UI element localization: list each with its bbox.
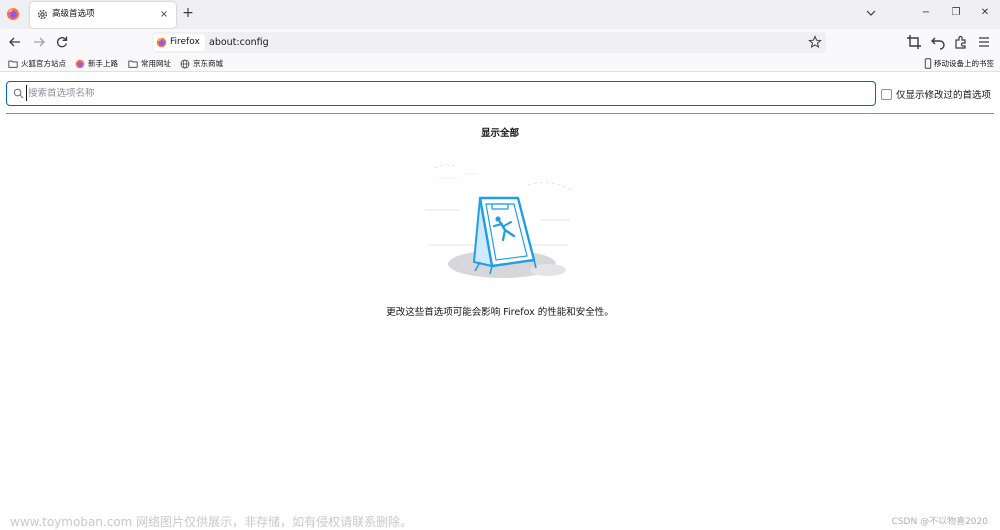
tab-advanced-preferences[interactable]: 高级首选项 ×: [30, 2, 176, 28]
bookmark-label: 火狐官方站点: [21, 59, 66, 68]
bookmark-item[interactable]: 京东商城: [180, 57, 223, 70]
folder-icon: [8, 60, 18, 68]
bookmark-label: 常用网址: [141, 59, 171, 68]
folder-icon: [128, 60, 138, 68]
maximize-button[interactable]: ❐: [946, 4, 966, 22]
divider: [6, 113, 994, 114]
bookmarks-toolbar: 火狐官方站点 新手上路 常用网址 京东商城 移动设备上的书签: [0, 55, 1000, 72]
firefox-icon: [156, 37, 167, 48]
new-tab-button[interactable]: +: [180, 5, 196, 21]
reload-icon[interactable]: [53, 33, 71, 51]
crop-icon[interactable]: [905, 33, 923, 51]
bookmark-label: 京东商城: [193, 59, 223, 68]
tab-title: 高级首选项: [52, 9, 95, 19]
url-text[interactable]: about:config: [209, 32, 269, 53]
back-icon[interactable]: [6, 33, 24, 51]
bookmark-item[interactable]: 常用网址: [128, 57, 171, 70]
globe-icon: [180, 59, 190, 68]
menu-icon[interactable]: [975, 33, 993, 51]
credit-text: CSDN @不以物喜2020: [891, 517, 988, 527]
mobile-device-icon: [924, 58, 932, 69]
undo-icon[interactable]: [929, 33, 947, 51]
chevron-down-icon[interactable]: [864, 6, 878, 20]
close-window-button[interactable]: ✕: [975, 4, 995, 22]
watermark: www.toymoban.com 网络图片仅供展示，非存储，如有侵权请联系删除。: [10, 515, 413, 529]
search-box[interactable]: [6, 81, 876, 106]
identity-box[interactable]: Firefox: [153, 34, 205, 51]
mobile-bookmarks-label: 移动设备上的书签: [934, 59, 994, 68]
minimize-button[interactable]: −: [916, 4, 936, 22]
url-bar[interactable]: Firefox about:config: [152, 32, 826, 53]
search-input[interactable]: [26, 85, 866, 101]
show-modified-checkbox[interactable]: [881, 88, 892, 100]
tab-strip: 高级首选项 × + − ❐ ✕: [0, 0, 1000, 29]
identity-label: Firefox: [170, 37, 200, 47]
firefox-icon: [75, 59, 85, 68]
forward-icon[interactable]: [30, 33, 48, 51]
close-tab-icon[interactable]: ×: [158, 8, 170, 21]
extensions-icon[interactable]: [952, 33, 970, 51]
bookmark-item[interactable]: 火狐官方站点: [8, 57, 66, 70]
warning-sign-illustration: [425, 164, 573, 278]
show-all-link[interactable]: 显示全部: [0, 125, 1000, 139]
bookmark-item[interactable]: 新手上路: [75, 57, 118, 70]
show-modified-toggle[interactable]: 仅显示修改过的首选项: [881, 87, 991, 101]
mobile-bookmarks[interactable]: 移动设备上的书签: [924, 57, 994, 70]
bookmark-label: 新手上路: [88, 59, 118, 68]
navigation-toolbar: Firefox about:config: [0, 29, 1000, 55]
warning-text: 更改这些首选项可能会影响 Firefox 的性能和安全性。: [386, 307, 614, 318]
show-modified-label[interactable]: 仅显示修改过的首选项: [896, 87, 991, 101]
gear-icon: [37, 9, 48, 20]
search-icon: [13, 88, 24, 99]
firefox-icon[interactable]: [6, 7, 20, 21]
star-icon[interactable]: [808, 35, 822, 49]
